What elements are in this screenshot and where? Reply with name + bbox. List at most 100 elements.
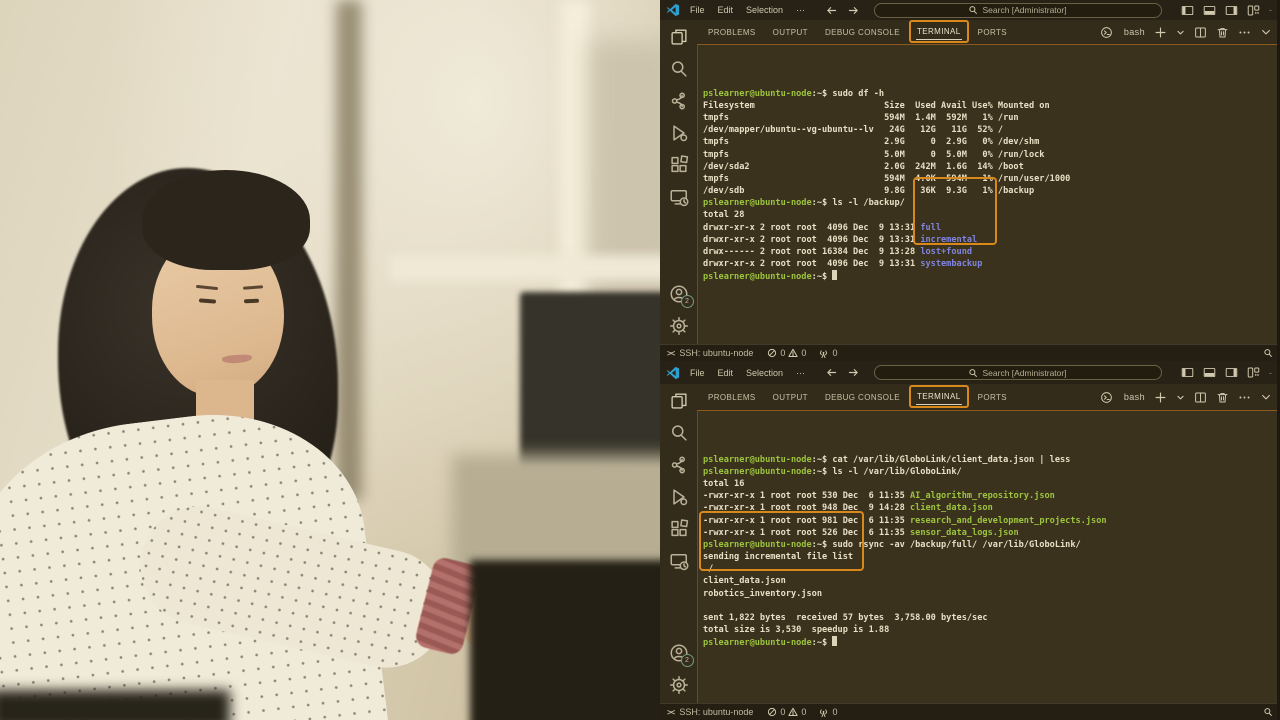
ports-indicator[interactable]: 0 (818, 348, 837, 359)
problems-indicator[interactable]: 0 0 (767, 707, 806, 717)
menu-item-file[interactable]: File (690, 5, 705, 15)
tab-debug-console[interactable]: DEBUG CONSOLE (824, 25, 901, 40)
new-terminal-icon[interactable] (1154, 26, 1167, 39)
tab-output[interactable]: OUTPUT (772, 25, 809, 40)
remote-explorer-icon[interactable] (669, 551, 689, 571)
terminal-line: total 28 (703, 209, 1280, 221)
kill-terminal-icon[interactable] (1216, 391, 1229, 404)
panel-actions: bash (1100, 391, 1272, 404)
accounts-icon[interactable]: 2 (669, 284, 689, 304)
split-terminal-icon[interactable] (1194, 26, 1207, 39)
toggle-panel-icon[interactable] (1203, 366, 1216, 379)
back-arrow-icon[interactable] (825, 366, 838, 379)
toggle-sidebar-icon[interactable] (1181, 4, 1194, 17)
terminal-text: -rwxr-xr-x 1 root root 526 Dec 6 11:35 (703, 528, 910, 538)
highlight-box-terminal-tab (909, 385, 969, 408)
tab-problems[interactable]: PROBLEMS (707, 25, 757, 40)
new-terminal-icon[interactable] (1154, 391, 1167, 404)
source-control-icon[interactable] (669, 91, 689, 111)
terminal-text: total 16 (703, 479, 744, 489)
terminal-cursor (832, 636, 837, 646)
terminal-line: -rwxr-xr-x 1 root root 526 Dec 6 11:35 s… (703, 527, 1280, 539)
toggle-secondary-sidebar-icon[interactable] (1225, 4, 1238, 17)
terminal-output[interactable]: pslearner@ubuntu-node:~$ cat /var/lib/Gl… (697, 410, 1280, 703)
menu-item-[interactable]: ··· (796, 368, 805, 378)
command-center-search[interactable]: Search [Administrator] (874, 3, 1162, 18)
explorer-icon[interactable] (669, 27, 689, 47)
terminal-profile-chevron-icon[interactable] (1176, 28, 1185, 37)
panel-chevron-icon[interactable] (1260, 26, 1272, 38)
terminal-line: drwxr-xr-x 2 root root 4096 Dec 9 13:31 … (703, 258, 1280, 270)
terminal-line: -rwxr-xr-x 1 root root 981 Dec 6 11:35 r… (703, 515, 1280, 527)
ports-indicator[interactable]: 0 (818, 707, 837, 718)
terminal-output[interactable]: pslearner@ubuntu-node:~$ sudo df -hFiles… (697, 44, 1280, 344)
error-count: 0 (780, 707, 785, 717)
vscode-window-bottom: File Edit Selection ··· Search [Administrat… (660, 361, 1280, 720)
terminal-line: ./ (703, 563, 1280, 575)
terminal-text: research_and_development_projects.json (910, 516, 1107, 526)
remote-explorer-icon[interactable] (669, 187, 689, 207)
settings-gear-icon[interactable] (669, 316, 689, 336)
customize-layout-icon[interactable] (1247, 4, 1260, 17)
minimize-button[interactable]: - (1269, 5, 1272, 15)
window-sill (390, 255, 660, 281)
run-debug-icon[interactable] (669, 487, 689, 507)
tab-ports[interactable]: PORTS (977, 390, 1008, 405)
activity-bar: 2 (660, 20, 697, 344)
terminal-text: /dev/sda2 2.0G 242M 1.6G 14% /boot (703, 162, 1024, 172)
command-center-search[interactable]: Search [Administrator] (874, 365, 1162, 380)
search-sidebar-icon[interactable] (669, 423, 689, 443)
tab-terminal[interactable]: TERMINAL (916, 389, 962, 405)
forward-arrow-icon[interactable] (847, 4, 860, 17)
tab-problems[interactable]: PROBLEMS (707, 390, 757, 405)
terminal-text: lost+found (920, 247, 972, 257)
accounts-icon[interactable]: 2 (669, 643, 689, 663)
problems-indicator[interactable]: 0 0 (767, 348, 806, 358)
toggle-secondary-sidebar-icon[interactable] (1225, 366, 1238, 379)
terminal-text: :~$ (812, 272, 833, 282)
split-terminal-icon[interactable] (1194, 391, 1207, 404)
explorer-icon[interactable] (669, 391, 689, 411)
source-control-icon[interactable] (669, 455, 689, 475)
terminal-profile-chevron-icon[interactable] (1176, 393, 1185, 402)
remote-indicator[interactable]: >< SSH: ubuntu-node (667, 707, 753, 717)
settings-gear-icon[interactable] (669, 675, 689, 695)
terminal-text: -rwxr-xr-x 1 root root 981 Dec 6 11:35 (703, 516, 910, 526)
remote-indicator[interactable]: >< SSH: ubuntu-node (667, 348, 753, 358)
tab-debug-console[interactable]: DEBUG CONSOLE (824, 390, 901, 405)
terminal-text: pslearner@ubuntu-node (703, 89, 812, 99)
zoom-indicator-icon[interactable] (1263, 348, 1273, 358)
menu-item-edit[interactable]: Edit (718, 5, 734, 15)
menu-item-file[interactable]: File (690, 368, 705, 378)
shell-label[interactable]: bash (1124, 392, 1145, 402)
toggle-panel-icon[interactable] (1203, 4, 1216, 17)
extensions-icon[interactable] (669, 155, 689, 175)
run-debug-icon[interactable] (669, 123, 689, 143)
menu-item-selection[interactable]: Selection (746, 5, 783, 15)
terminal-text: tmpfs 5.0M 0 5.0M 0% /run/lock (703, 150, 1044, 160)
customize-layout-icon[interactable] (1247, 366, 1260, 379)
menu-item-edit[interactable]: Edit (718, 368, 734, 378)
tab-label: PORTS (978, 393, 1007, 402)
search-sidebar-icon[interactable] (669, 59, 689, 79)
tab-output[interactable]: OUTPUT (772, 390, 809, 405)
panel-chevron-icon[interactable] (1260, 391, 1272, 403)
search-placeholder: Search [Administrator] (982, 368, 1066, 378)
tab-terminal[interactable]: TERMINAL (916, 24, 962, 40)
back-arrow-icon[interactable] (825, 4, 838, 17)
shell-label[interactable]: bash (1124, 27, 1145, 37)
menu-item-selection[interactable]: Selection (746, 368, 783, 378)
title-bar: File Edit Selection ··· Search [Administrat… (660, 361, 1280, 384)
extensions-icon[interactable] (669, 519, 689, 539)
kill-terminal-icon[interactable] (1216, 26, 1229, 39)
window-body: 2 PROBLEMS OUTPUT DEBUG CONSOLE TERMINAL POR… (660, 20, 1280, 344)
tab-ports[interactable]: PORTS (977, 25, 1008, 40)
office-photo (0, 0, 660, 720)
zoom-indicator-icon[interactable] (1263, 707, 1273, 717)
menu-item-[interactable]: ··· (796, 5, 805, 15)
toggle-sidebar-icon[interactable] (1181, 366, 1194, 379)
more-actions-icon[interactable] (1238, 26, 1251, 39)
minimize-button[interactable]: - (1269, 368, 1272, 378)
forward-arrow-icon[interactable] (847, 366, 860, 379)
more-actions-icon[interactable] (1238, 391, 1251, 404)
